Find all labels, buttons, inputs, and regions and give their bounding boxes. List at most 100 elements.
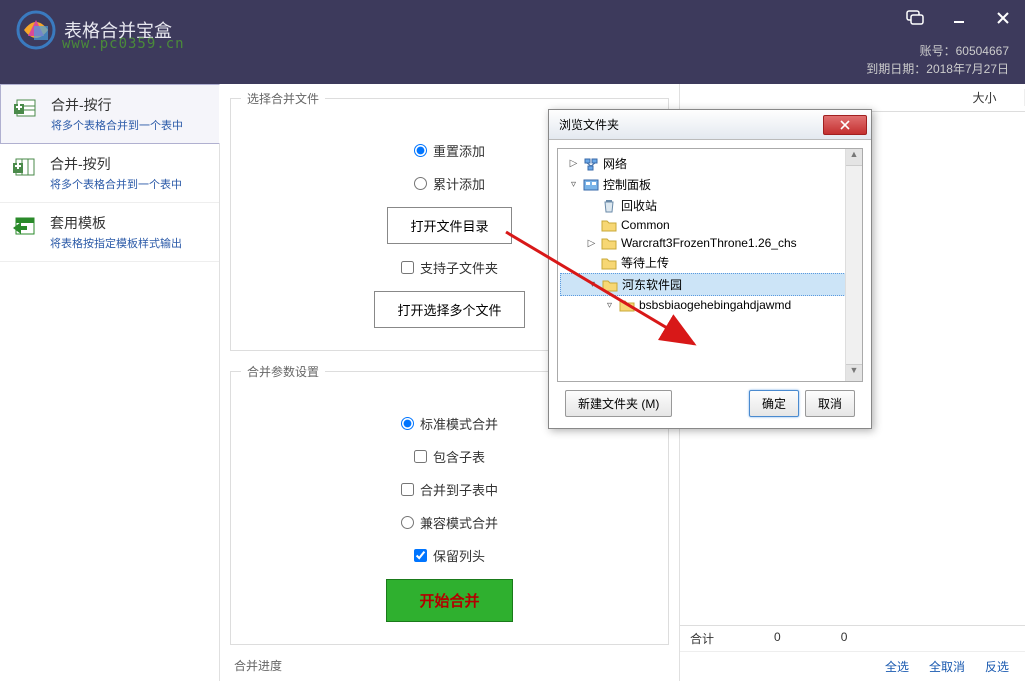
expire-label: 到期日期： xyxy=(866,62,926,76)
expander-icon[interactable]: ▷ xyxy=(568,158,579,169)
dialog-buttons: 新建文件夹 (M) 确定 取消 xyxy=(557,382,863,417)
tree-item[interactable]: ▿ bsbsbiaogehebingahdjawmd xyxy=(560,296,860,314)
to-sub-label: 合并到子表中 xyxy=(420,480,498,499)
support-sub-label: 支持子文件夹 xyxy=(420,258,498,277)
dialog-title: 浏览文件夹 xyxy=(559,116,619,133)
inc-sub-label: 包含子表 xyxy=(433,447,485,466)
expire-date: 2018年7月27日 xyxy=(926,62,1009,76)
merge-cols-icon xyxy=(12,154,40,182)
folder-icon xyxy=(602,278,618,292)
tree-scrollbar[interactable]: ▲ ▼ xyxy=(845,149,862,381)
open-multi-button[interactable]: 打开选择多个文件 xyxy=(374,291,524,328)
sidebar-text: 合并-按行 将多个表格合并到一个表中 xyxy=(51,95,207,133)
params-title: 合并参数设置 xyxy=(241,363,325,380)
total-label: 合计 xyxy=(690,630,714,647)
support-sub-check[interactable]: 支持子文件夹 xyxy=(401,258,498,277)
network-icon xyxy=(583,157,599,171)
sidebar-item-title: 合并-按行 xyxy=(51,95,207,115)
tree-item-label: Common xyxy=(621,218,670,232)
account-info: 账号：60504667 到期日期：2018年7月27日 xyxy=(866,42,1009,78)
reset-add-label: 重置添加 xyxy=(433,141,485,160)
tree-item[interactable]: ▷ 网络 xyxy=(560,153,860,174)
tree-item[interactable]: Common xyxy=(560,216,860,234)
start-merge-label: 开始合并 xyxy=(419,593,479,610)
total-value-1: 0 xyxy=(774,630,781,647)
sidebar-item-desc: 将多个表格合并到一个表中 xyxy=(50,176,207,192)
total-value-2: 0 xyxy=(841,630,848,647)
total-row: 合计 0 0 xyxy=(680,626,1025,652)
recycle-icon xyxy=(601,199,617,213)
expander-icon[interactable] xyxy=(586,257,597,268)
ok-button[interactable]: 确定 xyxy=(749,390,799,417)
expander-icon[interactable]: ▿ xyxy=(587,279,598,290)
sidebar-item-title: 套用模板 xyxy=(50,213,207,233)
open-dir-button[interactable]: 打开文件目录 xyxy=(387,207,511,244)
cancel-button[interactable]: 取消 xyxy=(805,390,855,417)
tree-item[interactable]: 等待上传 xyxy=(560,252,860,273)
sidebar-item-title: 合并-按列 xyxy=(50,154,207,174)
browse-folder-dialog: 浏览文件夹 ▷ 网络 ▿ 控制面板回收站 Common ▷ Warcraft3FrozenT… xyxy=(548,109,872,429)
tree-item-label: Warcraft3FrozenThrone1.26_chs xyxy=(621,236,797,250)
dialog-body: ▷ 网络 ▿ 控制面板回收站 Common ▷ Warcraft3FrozenThrone1… xyxy=(549,140,871,425)
file-list-header: 大小 xyxy=(680,84,1025,112)
keep-header-label: 保留列头 xyxy=(433,546,485,565)
col-size: 大小 xyxy=(945,89,1025,106)
app-logo-icon xyxy=(16,10,56,50)
sidebar-text: 套用模板 将表格按指定模板样式输出 xyxy=(50,213,207,251)
expander-icon[interactable] xyxy=(586,220,597,231)
folder-icon xyxy=(601,236,617,250)
inc-sub-check[interactable]: 包含子表 xyxy=(414,447,485,466)
accum-add-radio[interactable]: 累计添加 xyxy=(414,174,485,193)
selection-row: 全选 全取消 反选 xyxy=(680,652,1025,681)
close-button[interactable] xyxy=(993,8,1013,28)
tree-item-label: 控制面板 xyxy=(603,176,651,193)
window-controls xyxy=(905,8,1013,28)
expander-icon[interactable]: ▿ xyxy=(604,300,615,311)
sidebar-item-desc: 将表格按指定模板样式输出 xyxy=(50,235,207,251)
folder-icon xyxy=(601,218,617,232)
new-folder-button[interactable]: 新建文件夹 (M) xyxy=(565,390,672,417)
reset-add-radio[interactable]: 重置添加 xyxy=(414,141,485,160)
control-icon xyxy=(583,178,599,192)
sidebar-item-desc: 将多个表格合并到一个表中 xyxy=(51,117,207,133)
deselect-all-link[interactable]: 全取消 xyxy=(929,658,965,675)
template-icon xyxy=(12,213,40,241)
file-list-footer: 合计 0 0 全选 全取消 反选 xyxy=(680,625,1025,681)
dialog-close-button[interactable] xyxy=(823,115,867,135)
dialog-titlebar[interactable]: 浏览文件夹 xyxy=(549,110,871,140)
tree-item[interactable]: 回收站 xyxy=(560,195,860,216)
select-files-title: 选择合并文件 xyxy=(241,90,325,107)
account-label: 账号： xyxy=(920,44,956,58)
invert-link[interactable]: 反选 xyxy=(985,658,1009,675)
sidebar-item-merge-rows[interactable]: 合并-按行 将多个表格合并到一个表中 xyxy=(0,84,220,144)
start-merge-button[interactable]: 开始合并 xyxy=(386,579,512,622)
tree-item[interactable]: ▿ 控制面板 xyxy=(560,174,860,195)
tree-item-label: bsbsbiaogehebingahdjawmd xyxy=(639,298,791,312)
keep-header-check[interactable]: 保留列头 xyxy=(414,546,485,565)
expander-icon[interactable] xyxy=(586,200,597,211)
accum-add-label: 累计添加 xyxy=(433,174,485,193)
folder-tree[interactable]: ▷ 网络 ▿ 控制面板回收站 Common ▷ Warcraft3FrozenThrone1… xyxy=(557,148,863,382)
to-sub-check[interactable]: 合并到子表中 xyxy=(401,480,498,499)
tree-item-label: 回收站 xyxy=(621,197,657,214)
tree-item-label: 河东软件园 xyxy=(622,276,682,293)
sidebar-item-template[interactable]: 套用模板 将表格按指定模板样式输出 xyxy=(0,203,219,262)
tree-item-label: 网络 xyxy=(603,155,627,172)
sidebar-item-merge-cols[interactable]: 合并-按列 将多个表格合并到一个表中 xyxy=(0,144,219,203)
progress-label: 合并进度 xyxy=(220,651,679,680)
std-mode-radio[interactable]: 标准模式合并 xyxy=(401,414,498,433)
folder-icon xyxy=(619,298,635,312)
sidebar-text: 合并-按列 将多个表格合并到一个表中 xyxy=(50,154,207,192)
account-number: 60504667 xyxy=(956,44,1009,58)
folder-icon xyxy=(601,256,617,270)
tree-item[interactable]: ▷ Warcraft3FrozenThrone1.26_chs xyxy=(560,234,860,252)
app-window: 表格合并宝盒 www.pc0359.cn 账号：60504667 到期日期：20… xyxy=(0,0,1025,681)
minimize-button[interactable] xyxy=(949,8,969,28)
expander-icon[interactable]: ▿ xyxy=(568,179,579,190)
select-all-link[interactable]: 全选 xyxy=(885,658,909,675)
tree-item[interactable]: ▿ 河东软件园 xyxy=(560,273,860,296)
feedback-icon[interactable] xyxy=(905,8,925,28)
compat-mode-radio[interactable]: 兼容模式合并 xyxy=(401,513,498,532)
expander-icon[interactable]: ▷ xyxy=(586,238,597,249)
tree-item-label: 等待上传 xyxy=(621,254,669,271)
